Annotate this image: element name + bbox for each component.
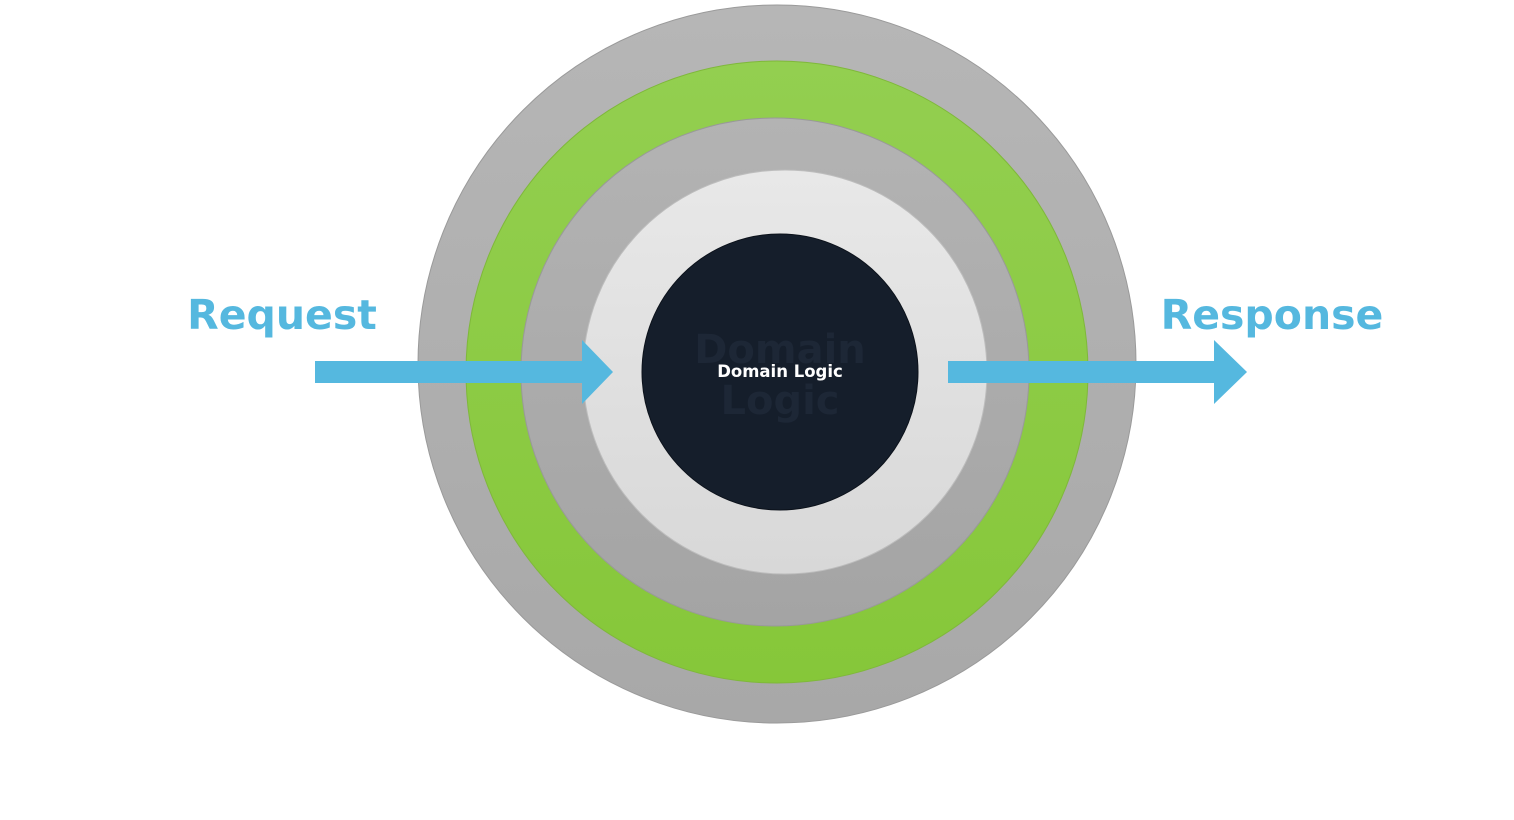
request-label: Request	[187, 291, 377, 339]
onion-architecture-diagram: Domain Logic Domain Logic Request Respon…	[0, 0, 1514, 820]
core-ghost-line-2: Logic	[720, 378, 839, 424]
core-label: Domain Logic	[717, 362, 843, 381]
diagram-canvas: Domain Logic Domain Logic Request Respon…	[187, 4, 1384, 724]
response-label: Response	[1161, 291, 1384, 339]
